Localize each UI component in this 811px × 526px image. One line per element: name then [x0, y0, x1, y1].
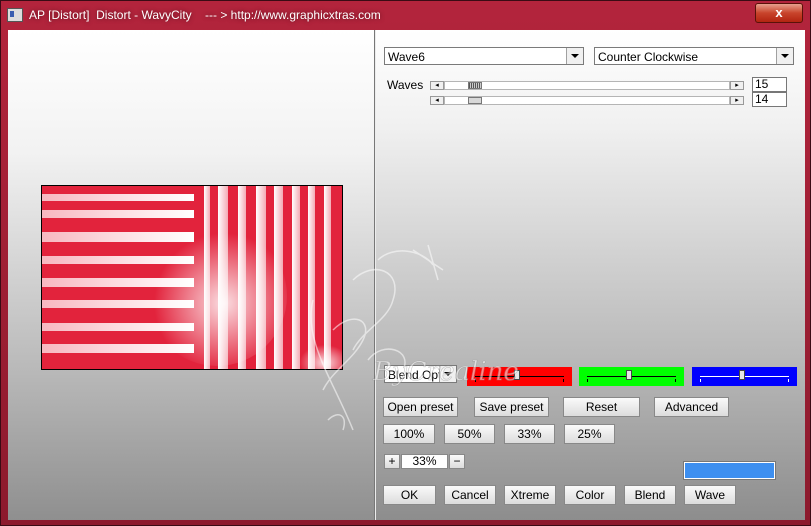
cancel-button[interactable]: Cancel [444, 485, 496, 505]
slider2-track[interactable] [444, 96, 730, 105]
direction-select[interactable]: Counter Clockwise [594, 47, 794, 65]
reset-button[interactable]: Reset [563, 397, 640, 417]
slider1-track[interactable] [444, 81, 730, 90]
red-channel-slider[interactable] [467, 367, 572, 386]
zoom-in-button[interactable]: + [384, 454, 400, 469]
waves-label: Waves [387, 78, 424, 92]
open-preset-button[interactable]: Open preset [383, 397, 458, 417]
title-bar[interactable]: AP [Distort] Distort - WavyCity --- > ht… [1, 1, 810, 29]
window-title: AP [Distort] Distort - WavyCity --- > ht… [29, 8, 381, 22]
green-slider-tick [587, 379, 588, 382]
zoom-level-field[interactable]: 33% [401, 454, 448, 469]
controls-pane: Wave6 Counter Clockwise Waves ◂ ▸ 15 ◂ ▸… [376, 30, 805, 520]
slider2-value[interactable]: 14 [752, 92, 787, 107]
app-icon[interactable] [7, 8, 23, 22]
red-slider-tick [563, 379, 564, 382]
green-slider-knob[interactable] [626, 370, 632, 380]
chevron-down-icon[interactable] [439, 366, 456, 382]
wave-button[interactable]: Wave [684, 485, 736, 505]
save-preset-button[interactable]: Save preset [474, 397, 549, 417]
slider1-thumb[interactable] [468, 82, 482, 89]
slider2-thumb[interactable] [468, 97, 482, 104]
blend-button[interactable]: Blend [624, 485, 676, 505]
wavy-stripes-render [42, 186, 342, 369]
zoom-50-button[interactable]: 50% [444, 424, 495, 444]
blend-options-select[interactable]: Blend Optio [384, 365, 457, 383]
app-window: AP [Distort] Distort - WavyCity --- > ht… [0, 0, 811, 526]
slider1-value[interactable]: 15 [752, 77, 787, 92]
close-button[interactable]: x [755, 3, 803, 23]
slider1-left-button[interactable]: ◂ [430, 81, 444, 90]
blue-slider-knob[interactable] [739, 370, 745, 380]
slider2-left-button[interactable]: ◂ [430, 96, 444, 105]
zoom-100-button[interactable]: 100% [383, 424, 435, 444]
blue-slider-tick [700, 379, 701, 382]
preset-select[interactable]: Wave6 [384, 47, 584, 65]
preview-image[interactable] [41, 185, 343, 370]
blue-channel-slider[interactable] [692, 367, 797, 386]
chevron-down-icon[interactable] [566, 48, 583, 64]
advanced-button[interactable]: Advanced [654, 397, 729, 417]
zoom-33-button[interactable]: 33% [504, 424, 555, 444]
zoom-out-button[interactable]: − [449, 454, 465, 469]
preset-select-value: Wave6 [388, 50, 425, 64]
blue-slider-tick [788, 379, 789, 382]
zoom-25-button[interactable]: 25% [564, 424, 615, 444]
xtreme-button[interactable]: Xtreme [504, 485, 556, 505]
red-slider-knob[interactable] [514, 370, 520, 380]
dialog-client: Wave6 Counter Clockwise Waves ◂ ▸ 15 ◂ ▸… [8, 30, 805, 520]
ok-button[interactable]: OK [383, 485, 436, 505]
preview-pane [8, 30, 375, 520]
chevron-down-icon[interactable] [776, 48, 793, 64]
color-swatch[interactable] [683, 461, 776, 480]
green-channel-slider[interactable] [579, 367, 684, 386]
direction-select-value: Counter Clockwise [598, 50, 699, 64]
green-slider-tick [675, 379, 676, 382]
slider1-right-button[interactable]: ▸ [730, 81, 744, 90]
red-slider-tick [475, 379, 476, 382]
color-button[interactable]: Color [564, 485, 616, 505]
slider2-right-button[interactable]: ▸ [730, 96, 744, 105]
